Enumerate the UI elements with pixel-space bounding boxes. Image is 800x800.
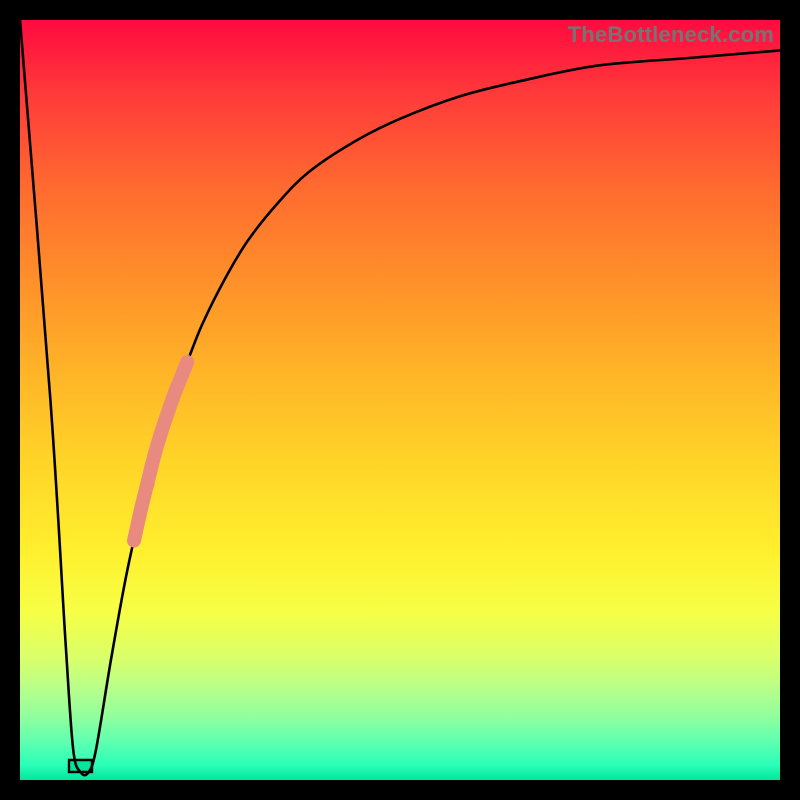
bottleneck-curve	[20, 20, 780, 775]
plot-area: TheBottleneck.com	[20, 20, 780, 780]
highlight-dot-2	[141, 477, 155, 491]
chart-frame: TheBottleneck.com	[0, 0, 800, 800]
highlight-dot-1	[135, 499, 149, 513]
highlight-segment	[134, 362, 187, 541]
curve-layer	[20, 20, 780, 780]
